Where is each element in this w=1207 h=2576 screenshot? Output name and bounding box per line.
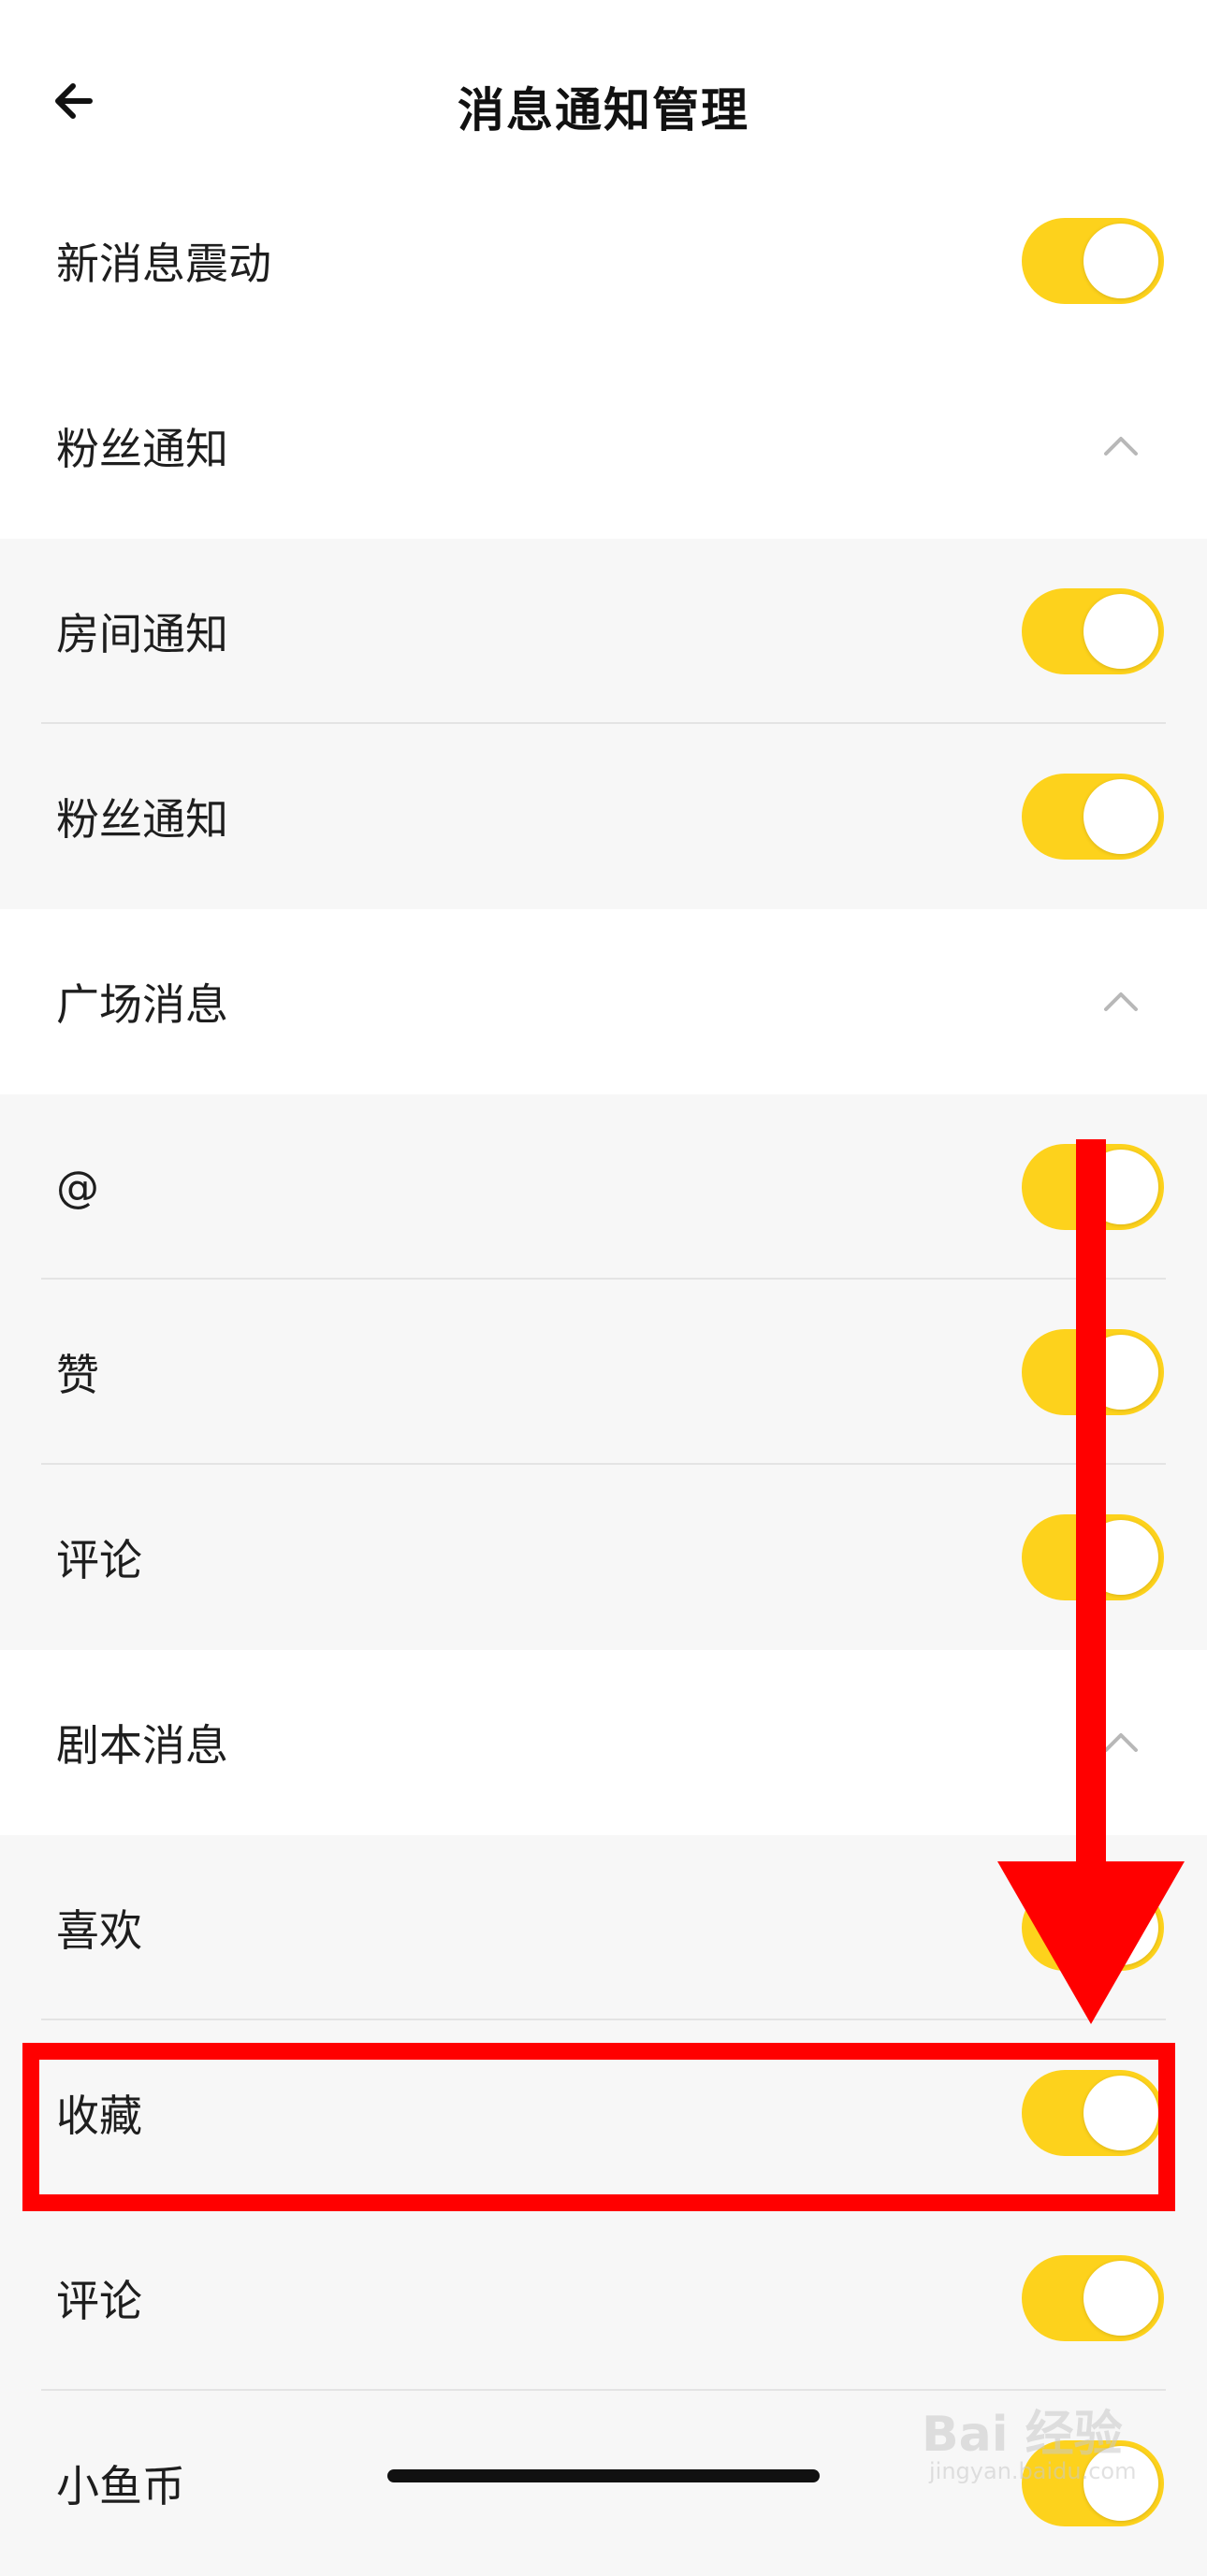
toggle-knob	[1083, 1335, 1158, 1410]
section-header[interactable]: 粉丝通知	[0, 354, 1207, 539]
toggle-knob	[1083, 594, 1158, 669]
settings-row: 评论	[0, 2206, 1207, 2391]
watermark-url: jingyan.baidu.com	[929, 2458, 1137, 2484]
page-title: 消息通知管理	[458, 83, 749, 137]
toggle-switch[interactable]	[1022, 774, 1164, 860]
toggle-switch[interactable]	[1022, 1329, 1164, 1415]
section-header[interactable]: 广场消息	[0, 909, 1207, 1094]
toggle-knob	[1083, 2076, 1158, 2150]
toggle-knob	[1083, 1890, 1158, 1965]
section-label: 广场消息	[56, 979, 228, 1030]
toggle-switch[interactable]	[1022, 2070, 1164, 2156]
toggle-switch[interactable]	[1022, 588, 1164, 674]
toggle-knob	[1083, 224, 1158, 298]
settings-row: @	[0, 1094, 1207, 1280]
row-label: 评论	[56, 1535, 142, 1585]
chevron-up-icon[interactable]	[1095, 1724, 1147, 1761]
settings-row: 新消息震动	[0, 168, 1207, 354]
home-indicator	[387, 2469, 820, 2482]
toggle-switch[interactable]	[1022, 1885, 1164, 1971]
row-label: 新消息震动	[56, 239, 271, 289]
settings-row: 收藏	[0, 2020, 1207, 2206]
settings-row: 粉丝通知	[0, 724, 1207, 909]
settings-row: 评论	[0, 1465, 1207, 1650]
row-label: 小鱼币	[56, 2461, 185, 2511]
section-label: 剧本消息	[56, 1720, 228, 1771]
row-label: 粉丝通知	[56, 794, 228, 845]
toggle-switch[interactable]	[1022, 1144, 1164, 1230]
settings-row: 赞	[0, 1280, 1207, 1465]
row-label: 赞	[56, 1350, 99, 1400]
settings-row: 房间通知	[0, 539, 1207, 724]
chevron-up-icon[interactable]	[1095, 427, 1147, 465]
watermark-text: Bai 经验	[922, 2407, 1123, 2463]
row-label: 评论	[56, 2276, 142, 2326]
toggle-switch[interactable]	[1022, 218, 1164, 304]
toggle-knob	[1083, 2261, 1158, 2336]
section-label: 粉丝通知	[56, 424, 228, 474]
toggle-switch[interactable]	[1022, 2255, 1164, 2341]
chevron-up-icon[interactable]	[1095, 983, 1147, 1020]
row-label: 喜欢	[56, 1905, 142, 1956]
row-label: @	[56, 1162, 99, 1212]
toggle-knob	[1083, 779, 1158, 854]
toggle-switch[interactable]	[1022, 1514, 1164, 1600]
watermark: Bai 经验 jingyan.baidu.com	[922, 2395, 1202, 2497]
toggle-knob	[1083, 1520, 1158, 1595]
toggle-knob	[1083, 1150, 1158, 1224]
row-label: 收藏	[56, 2091, 142, 2141]
settings-row: 喜欢	[0, 1835, 1207, 2020]
section-header[interactable]: 剧本消息	[0, 1650, 1207, 1835]
row-label: 房间通知	[56, 609, 228, 659]
